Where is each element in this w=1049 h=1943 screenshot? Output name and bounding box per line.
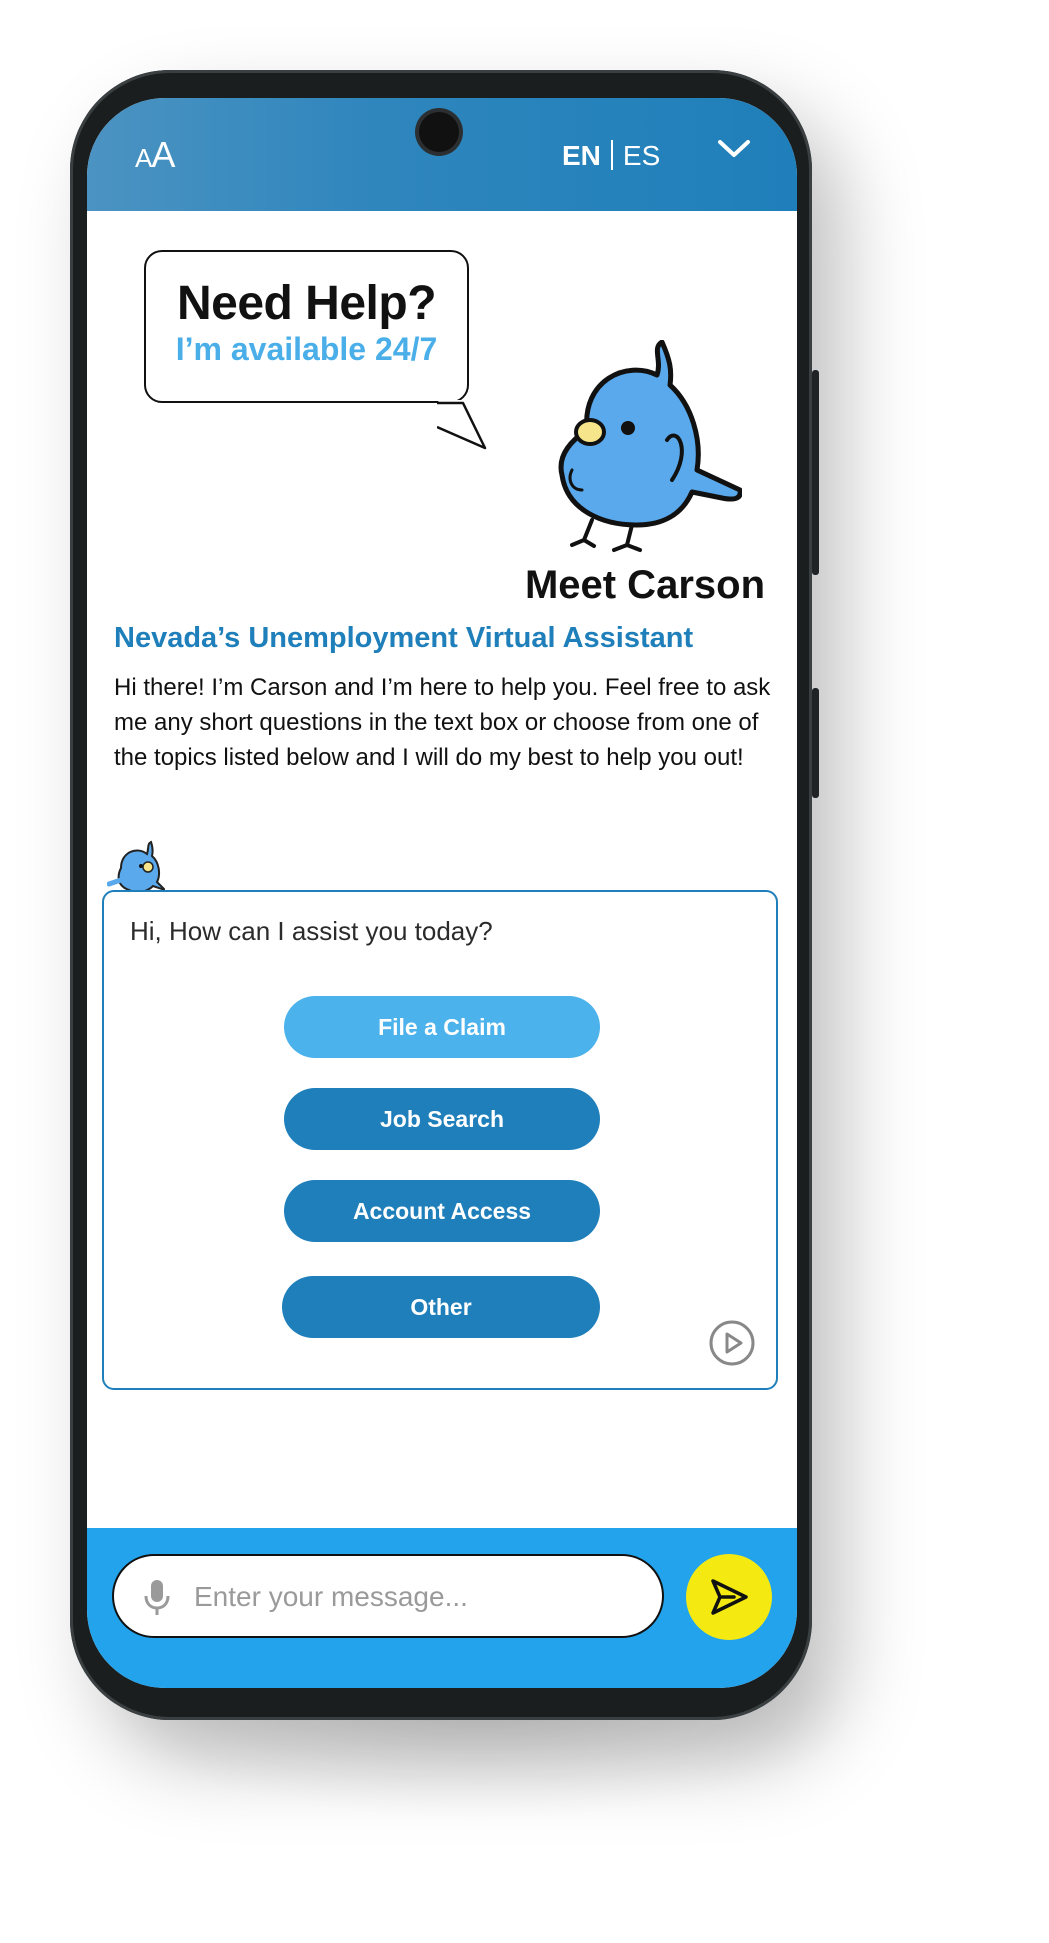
- language-switch: EN ES: [562, 140, 660, 172]
- screen: AA EN ES Need Help? I’m available 24/7 M…: [87, 98, 797, 1688]
- speech-bubble-tail: [437, 400, 487, 450]
- message-input[interactable]: [192, 1574, 636, 1620]
- meet-title: Meet Carson: [524, 563, 765, 607]
- volume-button: [812, 370, 819, 575]
- bot-greeting: Hi, How can I assist you today?: [130, 916, 493, 946]
- option-account-access-button[interactable]: Account Access: [284, 1180, 600, 1242]
- play-circle-icon[interactable]: [708, 1319, 756, 1372]
- bubble-subtitle: I’m available 24/7: [175, 331, 438, 367]
- font-size-large-label: A: [151, 134, 175, 175]
- message-input-wrapper: [112, 1554, 664, 1638]
- microphone-icon[interactable]: [142, 1578, 172, 1621]
- option-job-search-button[interactable]: Job Search: [284, 1088, 600, 1150]
- intro-text: Hi there! I’m Carson and I’m here to hel…: [114, 674, 771, 771]
- assistant-subtitle: Nevada’s Unemployment Virtual Assistant: [114, 622, 694, 654]
- lang-es[interactable]: ES: [623, 140, 660, 171]
- phone-frame: AA EN ES Need Help? I’m available 24/7 M…: [70, 70, 819, 1720]
- chevron-down-icon[interactable]: [717, 138, 751, 165]
- send-button[interactable]: [686, 1554, 772, 1640]
- composer-bar: [87, 1528, 797, 1688]
- font-size-small-label: A: [135, 143, 152, 173]
- speech-bubble: Need Help? I’m available 24/7: [144, 250, 469, 403]
- lang-en[interactable]: EN: [562, 140, 601, 171]
- lang-divider: [610, 140, 613, 170]
- bluebird-mascot-icon: [542, 339, 743, 565]
- send-icon: [711, 1579, 748, 1615]
- option-other-button[interactable]: Other: [282, 1276, 600, 1338]
- font-size-toggle[interactable]: AA: [135, 134, 175, 176]
- power-button: [812, 688, 819, 798]
- chat-message-card: Hi, How can I assist you today? File a C…: [102, 890, 778, 1390]
- option-file-a-claim-button[interactable]: File a Claim: [284, 996, 600, 1058]
- bubble-title: Need Help?: [176, 277, 437, 330]
- front-camera: [419, 112, 459, 152]
